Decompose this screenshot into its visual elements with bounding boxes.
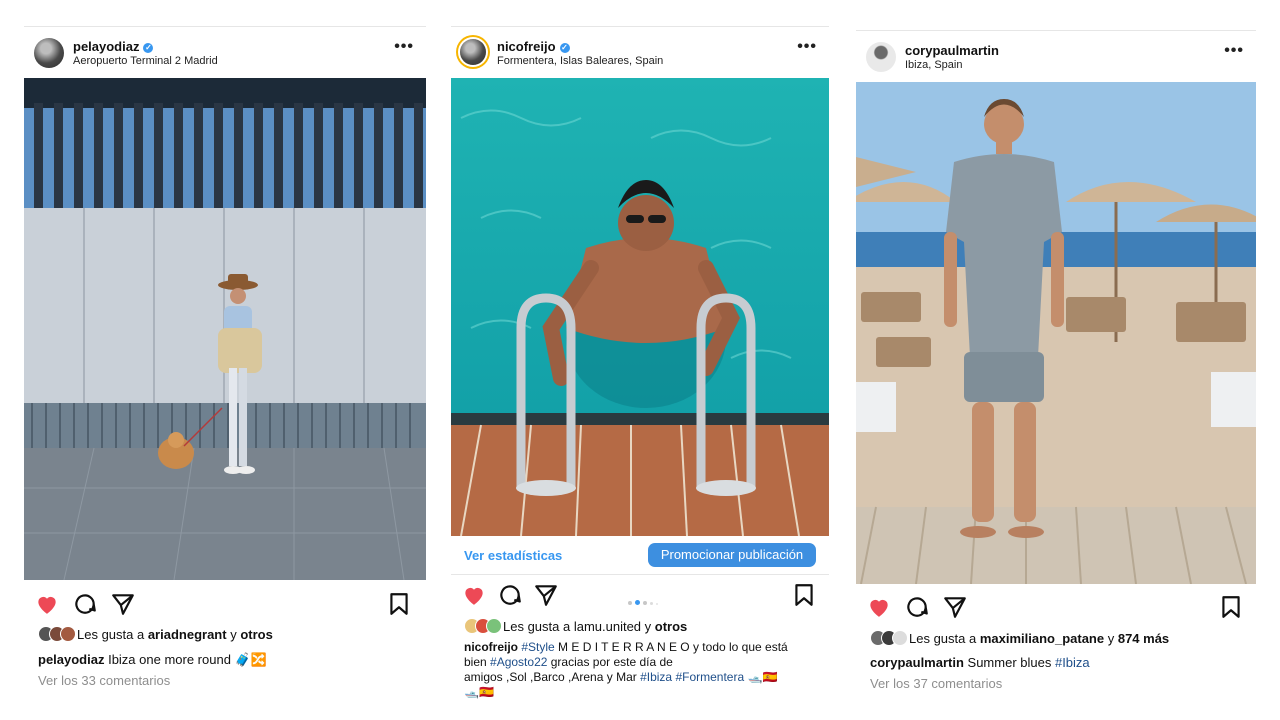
likes-mid: y [641, 619, 655, 634]
post-corypaulmartin: corypaulmartin Ibiza, Spain ••• Les gust… [856, 26, 1256, 706]
post-actions [24, 591, 426, 621]
username-text[interactable]: corypaulmartin [905, 43, 999, 58]
more-icon[interactable]: ••• [394, 38, 414, 56]
likes-user[interactable]: ariadnegrant [148, 627, 227, 642]
heart-filled-icon[interactable] [866, 594, 892, 620]
carousel-dots [628, 592, 658, 610]
heart-filled-icon[interactable] [461, 582, 487, 608]
caption: corypaulmartin Summer blues #Ibiza [870, 655, 1090, 670]
caption-line-4: 🛥️🇪🇸 [464, 685, 494, 699]
username-text[interactable]: nicofreijo [497, 39, 556, 54]
likes-prefix: Les gusta a [503, 619, 574, 634]
caption-user[interactable]: nicofreijo [464, 640, 518, 654]
carousel-dot [628, 601, 632, 605]
stats-link[interactable]: Ver estadísticas [464, 548, 562, 563]
likes-user[interactable]: lamu.united [574, 619, 641, 634]
hashtag-style[interactable]: #Style [521, 640, 554, 654]
liker-avatars [870, 630, 908, 649]
likes-mid: y [226, 627, 241, 642]
username[interactable]: nicofreijo ✓ [497, 39, 570, 54]
post-photo[interactable] [856, 82, 1256, 584]
caption-line-2: bien #Agosto22 gracias por este día de [464, 655, 673, 669]
avatar[interactable] [460, 39, 486, 65]
caption-text: bien [464, 655, 491, 669]
likes-prefix: Les gusta a [77, 627, 148, 642]
post-photo[interactable] [24, 78, 426, 580]
caption-user[interactable]: corypaulmartin [870, 655, 964, 670]
likes-others[interactable]: 874 más [1118, 631, 1169, 646]
caption: pelayodiaz Ibiza one more round 🧳🔀 [38, 652, 267, 668]
caption-line-1: nicofreijo #Style M E D I T E R R A N E … [464, 640, 788, 654]
location[interactable]: Formentera, Islas Baleares, Spain [497, 55, 663, 67]
heart-filled-icon[interactable] [34, 591, 60, 617]
caption-text: amigos ,Sol ,Barco ,Arena y Mar [464, 670, 641, 684]
divider [451, 574, 829, 575]
likes-others[interactable]: otros [240, 627, 273, 642]
hashtag-formentera[interactable]: #Formentera [675, 670, 744, 684]
post-nicofreijo: nicofreijo ✓ Formentera, Islas Baleares, … [451, 26, 829, 706]
likes-mid: y [1104, 631, 1118, 646]
carousel-dot [643, 601, 647, 605]
caption-line-3: amigos ,Sol ,Barco ,Arena y Mar #Ibiza #… [464, 670, 777, 684]
liker-avatars [38, 626, 76, 645]
likes-line: Les gusta a maximiliano_patane y 874 más [870, 630, 1169, 649]
caption-user[interactable]: pelayodiaz [38, 652, 104, 667]
post-actions [856, 594, 1256, 624]
avatar[interactable] [866, 42, 896, 72]
likes-line: Les gusta a lamu.united y otros [464, 618, 687, 637]
likes-line: Les gusta a ariadnegrant y otros [38, 626, 273, 645]
verified-icon: ✓ [559, 43, 570, 53]
caption-text: gracias por este día de [547, 655, 673, 669]
post-header: pelayodiaz ✓ Aeropuerto Terminal 2 Madrid… [24, 26, 426, 78]
avatar[interactable] [34, 38, 64, 68]
promote-button[interactable]: Promocionar publicación [648, 543, 816, 567]
username[interactable]: corypaulmartin [905, 43, 999, 58]
comment-icon[interactable] [72, 591, 98, 617]
carousel-dot [650, 602, 653, 605]
post-actions [451, 582, 829, 612]
carousel-dot [656, 603, 658, 605]
photo-airport-terminal [24, 78, 426, 580]
bookmark-icon[interactable] [386, 591, 412, 617]
post-header: corypaulmartin Ibiza, Spain ••• [856, 30, 1256, 82]
caption-text: Summer blues [963, 655, 1055, 670]
caption-text: M E D I T E R R A N E O y todo lo que es… [554, 640, 788, 654]
comment-icon[interactable] [904, 594, 930, 620]
photo-boat-ladder [451, 78, 829, 536]
location[interactable]: Ibiza, Spain [905, 59, 962, 71]
share-icon[interactable] [942, 594, 968, 620]
hashtag-ibiza[interactable]: #Ibiza [640, 670, 672, 684]
caption-text: Ibiza one more round 🧳🔀 [104, 652, 267, 667]
post-header: nicofreijo ✓ Formentera, Islas Baleares, … [451, 26, 829, 78]
location[interactable]: Aeropuerto Terminal 2 Madrid [73, 55, 218, 67]
likes-others[interactable]: otros [655, 619, 688, 634]
username[interactable]: pelayodiaz ✓ [73, 39, 154, 54]
likes-user[interactable]: maximiliano_patane [980, 631, 1104, 646]
share-icon[interactable] [533, 582, 559, 608]
caption-emoji: 🛥️🇪🇸 [464, 685, 494, 699]
verified-icon: ✓ [143, 43, 154, 53]
hashtag-ibiza[interactable]: #Ibiza [1055, 655, 1090, 670]
more-icon[interactable]: ••• [1224, 42, 1244, 60]
more-icon[interactable]: ••• [797, 38, 817, 56]
bookmark-icon[interactable] [1218, 594, 1244, 620]
caption-emoji: 🛥️🇪🇸 [747, 670, 778, 684]
share-icon[interactable] [110, 591, 136, 617]
liker-avatars [464, 618, 502, 637]
stats-bar: Ver estadísticas Promocionar publicación [451, 536, 829, 576]
view-comments-link[interactable]: Ver los 33 comentarios [38, 673, 170, 688]
username-text[interactable]: pelayodiaz [73, 39, 139, 54]
bookmark-icon[interactable] [791, 582, 817, 608]
carousel-dot-active [635, 600, 640, 605]
photo-beach-club [856, 82, 1256, 584]
hashtag-agosto22[interactable]: #Agosto22 [490, 655, 547, 669]
post-pelayodiaz: pelayodiaz ✓ Aeropuerto Terminal 2 Madrid… [24, 26, 426, 706]
post-photo[interactable] [451, 78, 829, 536]
likes-prefix: Les gusta a [909, 631, 980, 646]
comment-icon[interactable] [497, 582, 523, 608]
view-comments-link[interactable]: Ver los 37 comentarios [870, 676, 1002, 691]
